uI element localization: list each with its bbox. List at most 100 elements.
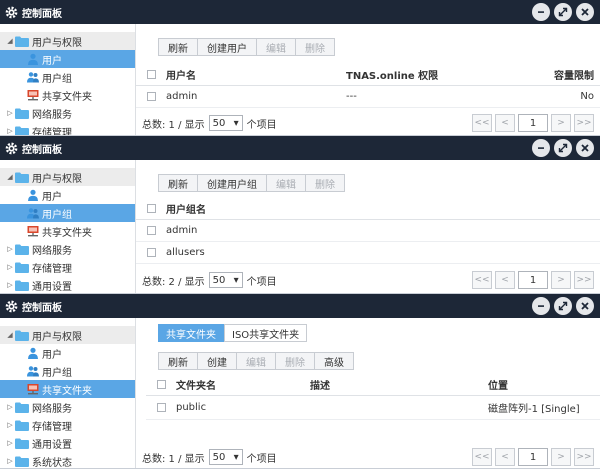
next-page-button[interactable]: > — [551, 114, 571, 132]
tree-node-network[interactable]: ▷ 网络服务 — [0, 240, 135, 258]
maximize-icon[interactable] — [554, 3, 572, 21]
tree-node-user[interactable]: 用户 — [0, 344, 135, 362]
row-checkbox[interactable] — [146, 248, 156, 257]
triangle-right-icon[interactable]: ▷ — [5, 245, 15, 253]
triangle-down-icon[interactable]: ◢ — [5, 173, 15, 181]
first-page-button[interactable]: << — [472, 271, 492, 289]
col-folder-name[interactable]: 文件夹名 — [176, 377, 310, 392]
per-page-select[interactable]: 50 ▾ — [208, 115, 243, 131]
first-page-button[interactable]: << — [472, 448, 492, 466]
page-input[interactable]: 1 — [518, 271, 548, 289]
next-page-button[interactable]: > — [551, 271, 571, 289]
row-checkbox[interactable] — [146, 226, 156, 235]
col-groupname[interactable]: 用户组名 — [166, 201, 600, 216]
triangle-right-icon[interactable]: ▷ — [5, 281, 15, 289]
minimize-icon[interactable] — [532, 139, 550, 157]
prev-page-button[interactable]: < — [495, 114, 515, 132]
last-page-button[interactable]: >> — [574, 114, 594, 132]
minimize-icon[interactable] — [532, 297, 550, 315]
folder-icon — [15, 330, 29, 341]
table-row[interactable]: admin --- No — [136, 86, 600, 108]
prev-page-button[interactable]: < — [495, 448, 515, 466]
create-user-button[interactable]: 创建用户 — [197, 38, 257, 56]
create-group-button[interactable]: 创建用户组 — [197, 174, 267, 192]
edit-button[interactable]: 编辑 — [236, 352, 276, 370]
close-icon[interactable] — [576, 139, 594, 157]
refresh-button[interactable]: 刷新 — [158, 38, 198, 56]
delete-button[interactable]: 删除 — [305, 174, 345, 192]
triangle-right-icon[interactable]: ▷ — [5, 421, 15, 429]
minimize-icon[interactable] — [532, 3, 550, 21]
row-checkbox[interactable] — [146, 92, 156, 101]
maximize-icon[interactable] — [554, 297, 572, 315]
refresh-button[interactable]: 刷新 — [158, 352, 198, 370]
pager-items-label: 个项目 — [246, 119, 277, 131]
triangle-right-icon[interactable]: ▷ — [5, 263, 15, 271]
triangle-right-icon[interactable]: ▷ — [5, 127, 15, 135]
tree-node-group[interactable]: 用户组 — [0, 362, 135, 380]
triangle-down-icon[interactable]: ◢ — [5, 37, 15, 45]
cell-groupname: allusers — [166, 247, 205, 258]
per-page-select[interactable]: 50 ▾ — [208, 272, 243, 288]
maximize-icon[interactable] — [554, 139, 572, 157]
close-icon[interactable] — [576, 3, 594, 21]
tree-node-group[interactable]: 用户组 — [0, 204, 135, 222]
tree-node-users-perms[interactable]: ◢ 用户与权限 — [0, 326, 135, 344]
tree-node-general[interactable]: ▷ 通用设置 — [0, 434, 135, 452]
tree-label: 共享文件夹 — [42, 91, 92, 103]
col-username[interactable]: 用户名 — [166, 67, 346, 82]
delete-button[interactable]: 删除 — [295, 38, 335, 56]
tree-node-storage[interactable]: ▷ 存储管理 — [0, 258, 135, 276]
triangle-right-icon[interactable]: ▷ — [5, 457, 15, 465]
tree-node-shared[interactable]: 共享文件夹 — [0, 86, 135, 104]
cell-location: 磁盘阵列-1 [Single] — [488, 404, 580, 415]
select-all-checkbox[interactable] — [146, 70, 156, 79]
tree-node-user[interactable]: 用户 — [0, 50, 135, 68]
table-row[interactable]: public 磁盘阵列-1 [Single] — [146, 396, 600, 420]
tab-iso-shared-folder[interactable]: ISO共享文件夹 — [224, 324, 308, 342]
prev-page-button[interactable]: < — [495, 271, 515, 289]
delete-button[interactable]: 删除 — [275, 352, 315, 370]
edit-button[interactable]: 编辑 — [256, 38, 296, 56]
tree-node-storage[interactable]: ▷ 存储管理 — [0, 122, 135, 135]
table-row[interactable]: admin — [136, 220, 600, 242]
tree-node-storage[interactable]: ▷ 存储管理 — [0, 416, 135, 434]
select-all-checkbox[interactable] — [156, 380, 166, 389]
tree-node-shared[interactable]: 共享文件夹 — [0, 222, 135, 240]
tree-node-users-perms[interactable]: ◢ 用户与权限 — [0, 32, 135, 50]
triangle-down-icon[interactable]: ◢ — [5, 331, 15, 339]
tree-node-network[interactable]: ▷ 网络服务 — [0, 398, 135, 416]
first-page-button[interactable]: << — [472, 114, 492, 132]
create-button[interactable]: 创建 — [197, 352, 237, 370]
last-page-button[interactable]: >> — [574, 448, 594, 466]
triangle-right-icon[interactable]: ▷ — [5, 109, 15, 117]
col-quota[interactable]: 容量限制 — [506, 67, 600, 82]
tree-node-group[interactable]: 用户组 — [0, 68, 135, 86]
tree-node-user[interactable]: 用户 — [0, 186, 135, 204]
page-input[interactable]: 1 — [518, 114, 548, 132]
select-all-checkbox[interactable] — [146, 204, 156, 213]
close-icon[interactable] — [576, 297, 594, 315]
col-tnas[interactable]: TNAS.online 权限 — [346, 67, 506, 82]
tree-node-general[interactable]: ▷ 通用设置 — [0, 276, 135, 293]
advanced-button[interactable]: 高级 — [314, 352, 354, 370]
tree-node-shared[interactable]: 共享文件夹 — [0, 380, 135, 398]
user-icon — [27, 189, 39, 201]
tab-shared-folder[interactable]: 共享文件夹 — [158, 324, 224, 342]
tree-node-network[interactable]: ▷ 网络服务 — [0, 104, 135, 122]
tab-bar: 共享文件夹 ISO共享文件夹 — [158, 324, 308, 342]
tree-node-users-perms[interactable]: ◢ 用户与权限 — [0, 168, 135, 186]
col-location[interactable]: 位置 — [488, 377, 600, 392]
last-page-button[interactable]: >> — [574, 271, 594, 289]
edit-button[interactable]: 编辑 — [266, 174, 306, 192]
triangle-right-icon[interactable]: ▷ — [5, 403, 15, 411]
row-checkbox[interactable] — [156, 403, 166, 412]
table-row[interactable]: allusers — [136, 242, 600, 264]
triangle-right-icon[interactable]: ▷ — [5, 439, 15, 447]
refresh-button[interactable]: 刷新 — [158, 174, 198, 192]
next-page-button[interactable]: > — [551, 448, 571, 466]
per-page-select[interactable]: 50 ▾ — [208, 449, 243, 465]
page-input[interactable]: 1 — [518, 448, 548, 466]
tree-node-status[interactable]: ▷ 系统状态 — [0, 452, 135, 468]
col-description[interactable]: 描述 — [310, 377, 488, 392]
